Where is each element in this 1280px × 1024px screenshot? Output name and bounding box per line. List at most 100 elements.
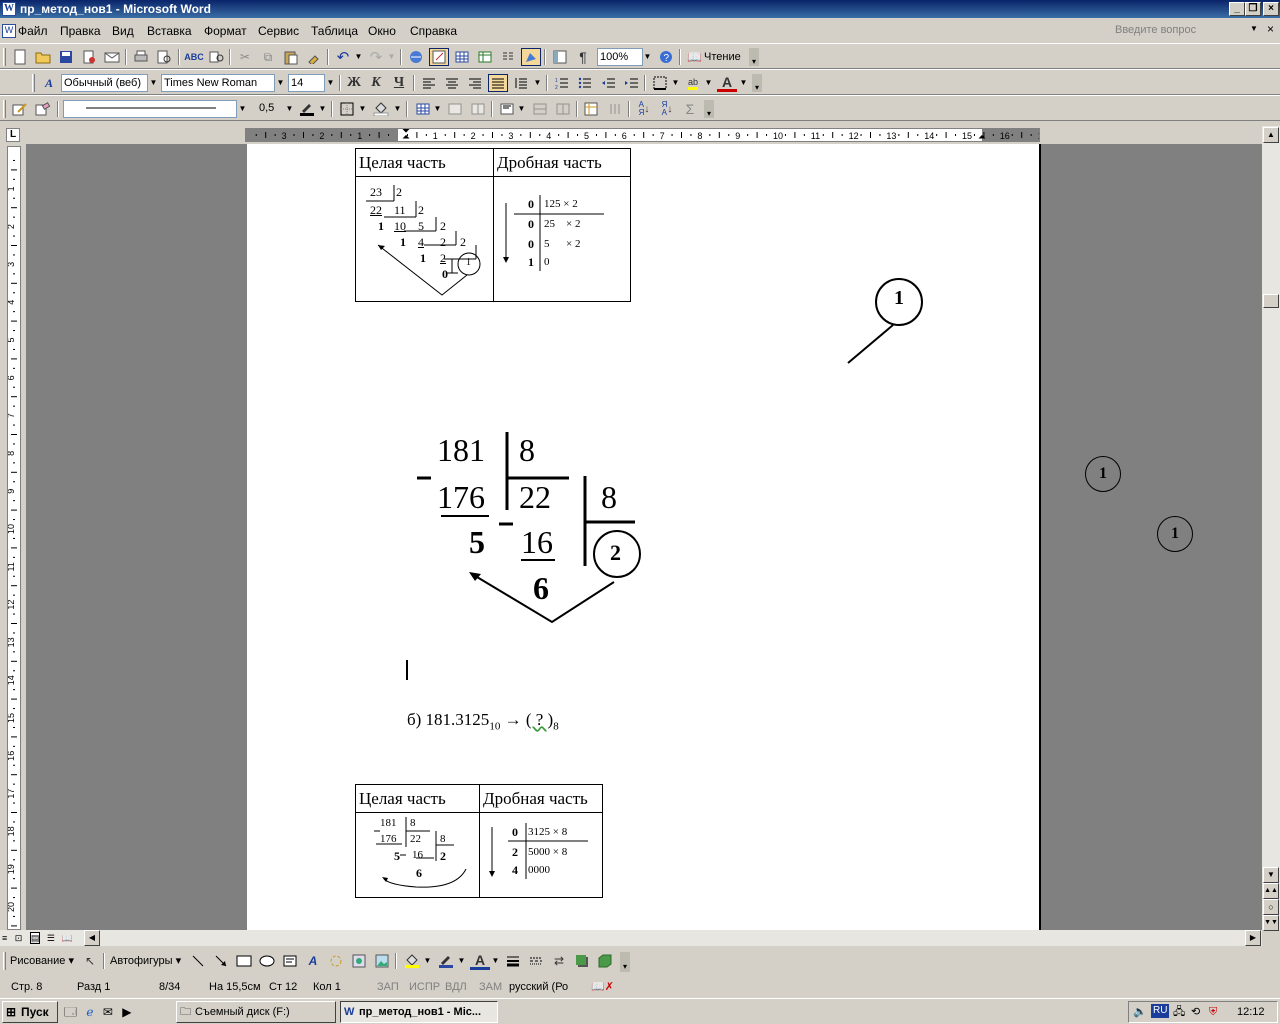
cut-icon[interactable]: ✂ [235, 48, 255, 66]
merge-cells-icon[interactable] [445, 100, 465, 118]
text-direction-icon[interactable] [605, 100, 625, 118]
insert-excel-icon[interactable] [475, 48, 495, 66]
open-folder-icon[interactable] [33, 48, 53, 66]
line-spacing-icon[interactable] [511, 74, 531, 92]
menu-help[interactable]: Справка [406, 23, 461, 39]
status-overtype[interactable]: ЗАМ [476, 978, 502, 996]
vertical-scrollbar[interactable]: ▲ ▼ ▲▲ ○ ▼▼ [1262, 126, 1280, 931]
tables-borders-icon[interactable] [429, 48, 449, 66]
research-icon[interactable] [207, 48, 227, 66]
save-icon[interactable] [56, 48, 76, 66]
email-icon[interactable] [102, 48, 122, 66]
draw-menu-button[interactable]: Рисование ▾ [10, 954, 74, 967]
undo-icon[interactable]: ↶ [333, 48, 353, 66]
shadow-style-icon[interactable] [572, 952, 592, 970]
print-preview-icon[interactable] [154, 48, 174, 66]
shading-dropdown-icon[interactable]: ▼ [392, 100, 403, 118]
highlight-dropdown-icon[interactable]: ▼ [703, 74, 714, 92]
document-map-icon[interactable] [550, 48, 570, 66]
arrow-icon[interactable] [211, 952, 231, 970]
picture-icon[interactable] [372, 952, 392, 970]
align-left-icon[interactable] [419, 74, 439, 92]
line-icon[interactable] [188, 952, 208, 970]
border-color-icon[interactable] [297, 100, 317, 118]
line-style-combo[interactable] [63, 100, 237, 118]
italic-button[interactable]: К [366, 74, 386, 92]
dash-style-icon[interactable] [526, 952, 546, 970]
long-division-figure[interactable]: 181 8 176 22 8 5 16 2 6 [411, 424, 671, 624]
outlook-icon[interactable]: ✉ [103, 1005, 113, 1019]
bold-button[interactable]: Ж [344, 74, 364, 92]
toolbar-grip[interactable] [3, 48, 6, 66]
scroll-right-icon[interactable]: ▶ [1245, 930, 1261, 946]
decrease-indent-icon[interactable] [598, 74, 618, 92]
line-weight-combo[interactable]: 0,5 [257, 100, 284, 118]
zoom-combo[interactable]: 100% [597, 48, 643, 66]
menu-insert[interactable]: Вставка [143, 23, 196, 39]
fill-color-icon[interactable] [402, 952, 422, 970]
permission-icon[interactable] [79, 48, 99, 66]
clipart-icon[interactable] [349, 952, 369, 970]
oval-icon[interactable] [257, 952, 277, 970]
language-indicator[interactable]: RU [1151, 1004, 1170, 1018]
task-removable-disk[interactable]: 🗀 Съемный диск (F:) [176, 1001, 336, 1023]
line-color-icon[interactable] [436, 952, 456, 970]
menu-window[interactable]: Окно [364, 23, 400, 39]
web-view-icon[interactable]: ⊡ [15, 933, 23, 943]
minimize-button[interactable]: _ [1229, 2, 1245, 16]
autoformat-table-icon[interactable] [582, 100, 602, 118]
reading-view-icon[interactable]: 📖 [61, 933, 72, 943]
print-icon[interactable] [131, 48, 151, 66]
drawing-font-color-dropdown-icon[interactable]: ▼ [490, 952, 501, 970]
textbox-icon[interactable] [280, 952, 300, 970]
borders-icon[interactable] [650, 74, 670, 92]
format-painter-icon[interactable] [304, 48, 324, 66]
status-track-changes[interactable]: ИСПР [406, 978, 440, 996]
border-color-dropdown-icon[interactable]: ▼ [317, 100, 328, 118]
task-word-document[interactable]: W пр_метод_нов1 - Mic... [340, 1001, 498, 1023]
outside-border-dropdown-icon[interactable]: ▼ [357, 100, 368, 118]
menu-edit[interactable]: Правка [56, 23, 105, 39]
normal-view-icon[interactable]: ≡ [2, 933, 7, 943]
split-cells-icon[interactable] [468, 100, 488, 118]
diagram-icon[interactable] [326, 952, 346, 970]
insert-table-icon[interactable] [452, 48, 472, 66]
highlight-icon[interactable]: ab [683, 74, 703, 92]
horizontal-scrollbar[interactable]: ≡ ⊡ ▤ ☰ 📖 ◀ ▶ [0, 930, 1262, 946]
toolbar-options-icon[interactable]: ▾ [752, 74, 762, 92]
toolbar-grip[interactable] [3, 100, 6, 118]
insert-table-icon[interactable] [413, 100, 433, 118]
network-icon[interactable]: 🖧 [1173, 1002, 1185, 1022]
tab-selector-icon[interactable]: L [6, 128, 20, 142]
status-extend[interactable]: ВДЛ [442, 978, 467, 996]
close-button[interactable]: × [1263, 2, 1279, 16]
borders-dropdown-icon[interactable]: ▼ [670, 74, 681, 92]
shading-icon[interactable] [371, 100, 391, 118]
help-dropdown-icon[interactable]: ▼ [1250, 24, 1258, 33]
spelling-status-icon[interactable]: 📖✗ [588, 978, 614, 996]
distribute-columns-icon[interactable] [553, 100, 573, 118]
start-button[interactable]: ⊞ Пуск [2, 1001, 58, 1023]
style-dropdown-icon[interactable]: ▼ [148, 74, 159, 92]
drawing-toggle-icon[interactable] [521, 48, 541, 66]
autoshapes-menu-button[interactable]: Автофигуры ▾ [110, 954, 181, 967]
style-combo[interactable]: Обычный (веб) [61, 74, 148, 92]
ie-icon[interactable]: ℯ [86, 1005, 93, 1019]
desktop-icon[interactable]: 🗔 [64, 1005, 77, 1019]
small-circle-a[interactable]: 1 [1085, 456, 1121, 492]
hyperlink-icon[interactable] [406, 48, 426, 66]
help-icon[interactable]: ? [656, 48, 676, 66]
print-layout-icon[interactable]: ▤ [29, 932, 41, 944]
wordart-icon[interactable]: A [303, 952, 323, 970]
outside-border-icon[interactable] [337, 100, 357, 118]
reading-mode-button[interactable]: 📖 Чтение [686, 48, 746, 66]
status-language[interactable]: русский (Ро [506, 978, 568, 996]
redo-icon[interactable]: ↷ [366, 48, 386, 66]
volume-icon[interactable]: 🔈 [1133, 1002, 1147, 1022]
tray-app-icon[interactable]: ⟲ [1191, 1002, 1200, 1022]
line-color-dropdown-icon[interactable]: ▼ [456, 952, 467, 970]
columns-icon[interactable] [498, 48, 518, 66]
scroll-up-icon[interactable]: ▲ [1263, 127, 1279, 143]
status-record[interactable]: ЗАП [374, 978, 399, 996]
next-page-icon[interactable]: ▼▼ [1263, 915, 1279, 931]
